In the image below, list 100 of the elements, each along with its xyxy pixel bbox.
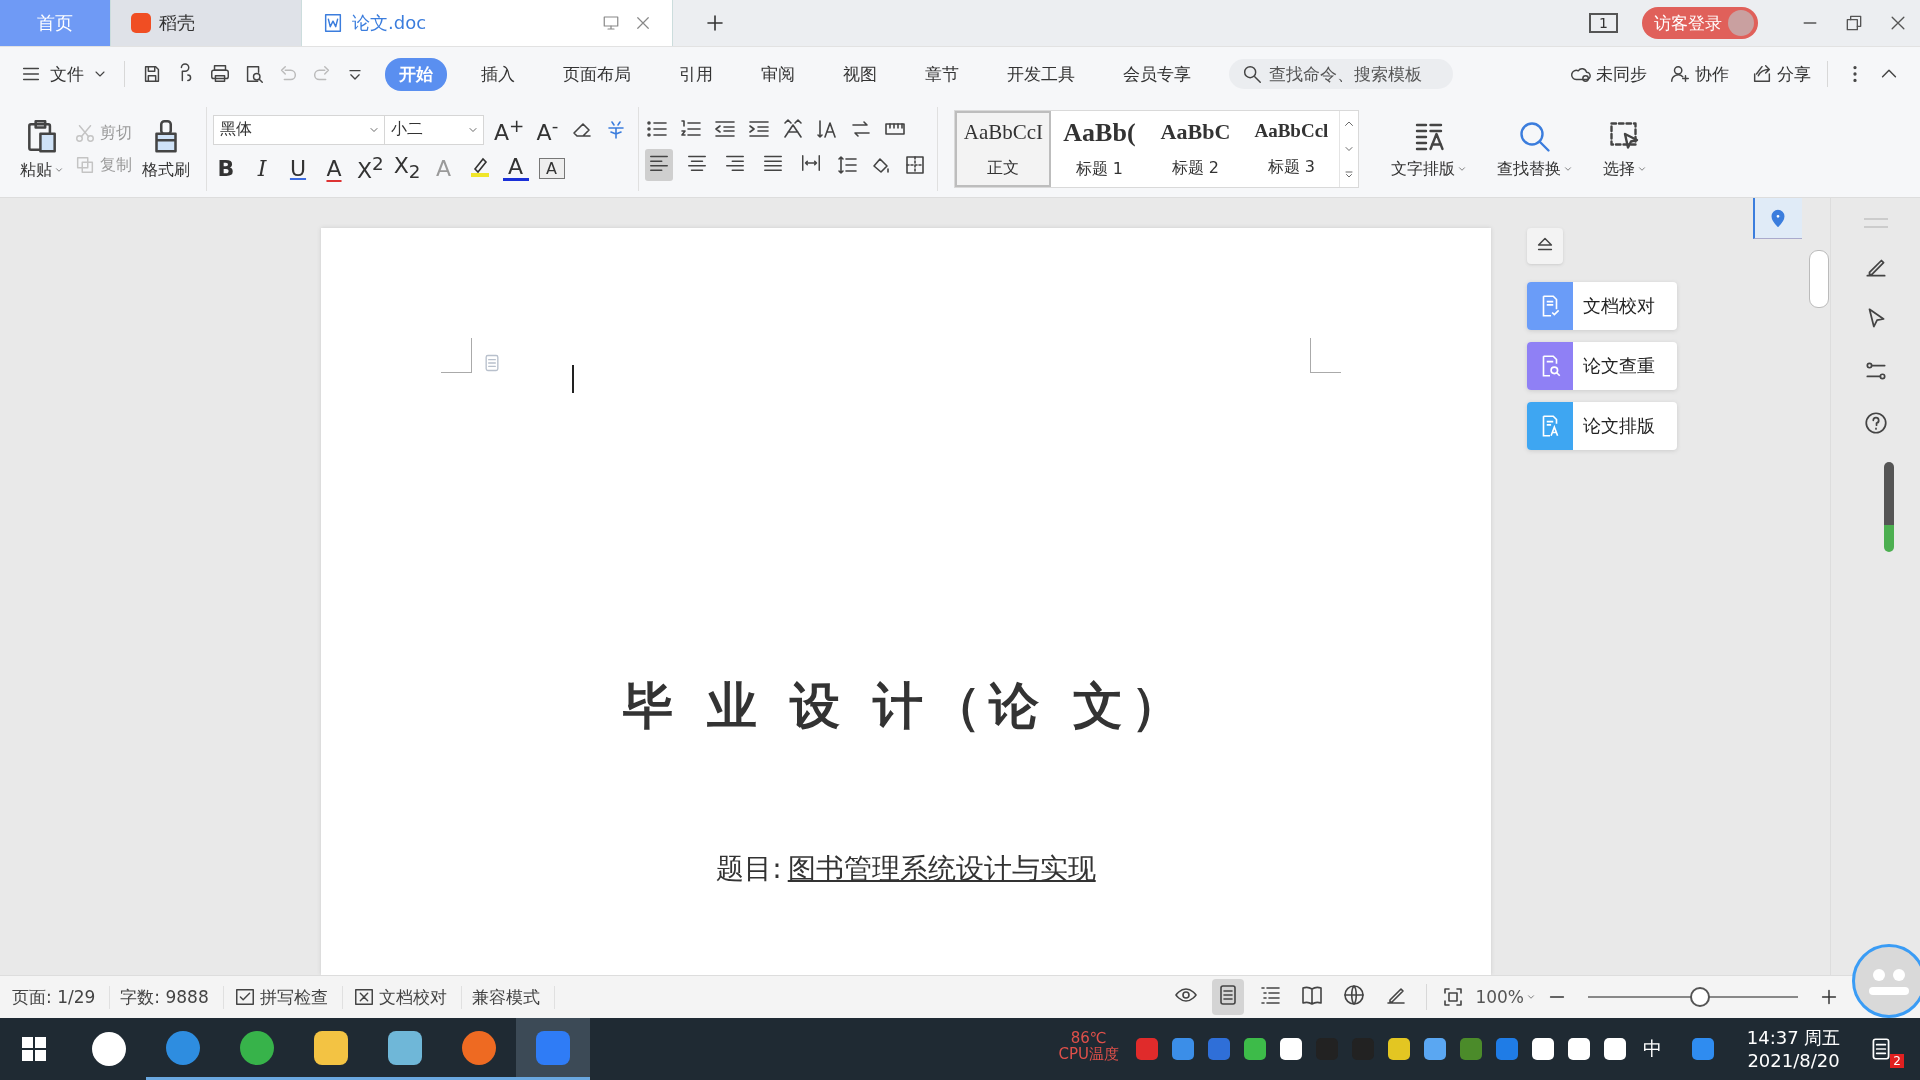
clock[interactable]: 14:37 周五 2021/8/20 — [1746, 1025, 1841, 1073]
italic-button[interactable]: I — [249, 155, 275, 181]
proofread-button[interactable]: 文档校对 — [352, 985, 462, 1009]
caret-icon — [1526, 992, 1536, 1002]
style-label: 标题 2 — [1171, 157, 1220, 179]
print-icon[interactable] — [209, 63, 231, 85]
monitor-icon[interactable] — [602, 14, 620, 32]
font-size-field[interactable]: 小二 — [384, 114, 484, 145]
tray-icon[interactable] — [1423, 1038, 1446, 1060]
collab-button[interactable]: 协作 — [1669, 62, 1729, 86]
share-icon — [1751, 63, 1773, 85]
collapse-button[interactable] — [1527, 228, 1563, 264]
sub-button[interactable]: X$_{2}$ — [393, 153, 421, 183]
layout-button[interactable]: 文字排版 — [1385, 118, 1474, 180]
caret-icon — [1637, 164, 1648, 174]
spell-check-button[interactable]: 拼写检查 — [233, 985, 343, 1009]
format-painter-button[interactable]: 格式刷 — [136, 117, 196, 181]
restore-icon[interactable] — [1844, 13, 1864, 33]
find-button[interactable]: 查找替换 — [1491, 118, 1580, 180]
underline-button[interactable]: U — [285, 155, 311, 181]
file-menu[interactable]: 文件 — [20, 62, 108, 86]
web-icon — [1342, 983, 1367, 1007]
caret-icon — [1563, 164, 1574, 174]
tray-icon[interactable] — [1243, 1038, 1266, 1060]
style-sample: AaBbC — [1160, 119, 1231, 146]
share-button[interactable]: 分享 — [1751, 62, 1811, 86]
page-view-button[interactable] — [1212, 979, 1245, 1015]
style-option[interactable]: AaBb( 标题 1 — [1051, 111, 1148, 187]
sync-button[interactable]: 未同步 — [1570, 62, 1647, 86]
page-count-button[interactable]: 1 — [1589, 13, 1618, 33]
line-spacing-icon[interactable] — [835, 153, 860, 177]
tray-icon[interactable] — [1531, 1038, 1554, 1060]
ribbon-tab[interactable]: 插入 — [467, 57, 529, 91]
login-button[interactable]: 访客登录 — [1642, 7, 1758, 39]
document-tab[interactable]: 稻壳 — [111, 0, 302, 46]
ribbon-tab[interactable]: 会员专享 — [1109, 57, 1205, 91]
subject-text: 图书管理系统设计与实现 — [787, 851, 1096, 887]
font-size-step-button[interactable]: A$^{+}$ — [494, 114, 525, 145]
format-tool-button[interactable]: 论文排版 — [1527, 402, 1677, 450]
copy-icon — [74, 154, 96, 176]
sup-button[interactable]: X$^{2}$ — [357, 153, 384, 184]
ribbon-tab[interactable]: 章节 — [911, 57, 973, 91]
zoom-slider-thumb[interactable] — [1690, 987, 1711, 1007]
style-label: 标题 3 — [1267, 156, 1316, 178]
start-icon[interactable] — [22, 1037, 46, 1061]
proof-tool-button[interactable]: 文档校对 — [1527, 282, 1677, 330]
ribbon-tab[interactable]: 页面布局 — [549, 57, 645, 91]
style-label: 标题 1 — [1075, 158, 1124, 180]
input-method-indicator[interactable]: 中 — [1642, 1036, 1662, 1062]
assistant-avatar-icon[interactable] — [1852, 944, 1920, 1018]
align-left-button[interactable] — [645, 149, 674, 181]
search-icon — [1241, 63, 1263, 85]
close-icon[interactable] — [634, 14, 652, 32]
tab-label: 首页 — [37, 11, 73, 35]
avatar-icon — [1728, 10, 1754, 36]
style-option[interactable]: AaBbC 标题 2 — [1147, 111, 1244, 187]
help-icon[interactable] — [1862, 410, 1889, 436]
style-option[interactable]: AaBbCcl 标题 3 — [1243, 111, 1340, 187]
margin-corner-mark — [1310, 338, 1341, 373]
tray-icon[interactable] — [1387, 1038, 1410, 1060]
color-button[interactable]: A — [502, 155, 529, 181]
tab-label: 论文.doc — [352, 11, 427, 35]
panel-grip[interactable] — [1863, 218, 1888, 228]
cpu-temperature: 86℃ — [1070, 1029, 1107, 1046]
compatibility-mode: 兼容模式 — [471, 985, 555, 1009]
ribbon-tab[interactable]: 引用 — [665, 57, 727, 91]
scissors-icon — [74, 122, 96, 144]
notification-count: 2 — [1890, 1054, 1904, 1068]
style-option[interactable]: AaBbCcI 正文 — [955, 111, 1052, 187]
location-button[interactable] — [1753, 198, 1802, 239]
tray-icon[interactable] — [1567, 1038, 1590, 1060]
tab-label: 稻壳 — [159, 11, 195, 35]
style-label: 正文 — [987, 157, 1020, 179]
cross-box-icon — [352, 986, 375, 1008]
shade-button[interactable]: A — [538, 157, 565, 179]
align-icon — [800, 152, 823, 174]
tray-icon[interactable] — [1279, 1038, 1302, 1060]
check-tool-button[interactable]: 论文查重 — [1527, 342, 1677, 390]
zoom-level-dropdown[interactable]: 100% — [1475, 987, 1536, 1007]
bold-button[interactable]: B — [213, 155, 239, 181]
command-search-field[interactable]: 查找命令、搜索模板 — [1229, 59, 1453, 89]
ribbon-tab[interactable]: 审阅 — [747, 57, 809, 91]
check-box-icon — [233, 986, 256, 1008]
caret-icon — [1457, 164, 1468, 174]
font-name-field[interactable]: 黑体 — [213, 114, 385, 145]
caret-icon — [54, 165, 64, 175]
page-indicator[interactable]: 页面: 1/29 — [12, 985, 111, 1009]
style-sample: AaBbCcl — [1254, 120, 1329, 143]
scrollbar-thumb[interactable] — [1808, 250, 1829, 308]
document-tab[interactable]: 论文.doc — [302, 0, 673, 46]
font-size-step-button[interactable]: A$^{-}$ — [534, 114, 561, 145]
word-count[interactable]: 字数: 9888 — [120, 985, 224, 1009]
style-sample: AaBb( — [1063, 118, 1136, 149]
cpu-label: CPU温度 — [1058, 1046, 1119, 1063]
tray-icon[interactable] — [1603, 1038, 1626, 1060]
select-button[interactable]: 选择 — [1597, 118, 1654, 180]
ribbon-tab[interactable]: 开发工具 — [993, 57, 1089, 91]
ribbon-tab[interactable]: 视图 — [829, 57, 891, 91]
strike-button[interactable]: A — [321, 155, 347, 181]
paste-button[interactable]: 粘贴 — [14, 117, 70, 181]
